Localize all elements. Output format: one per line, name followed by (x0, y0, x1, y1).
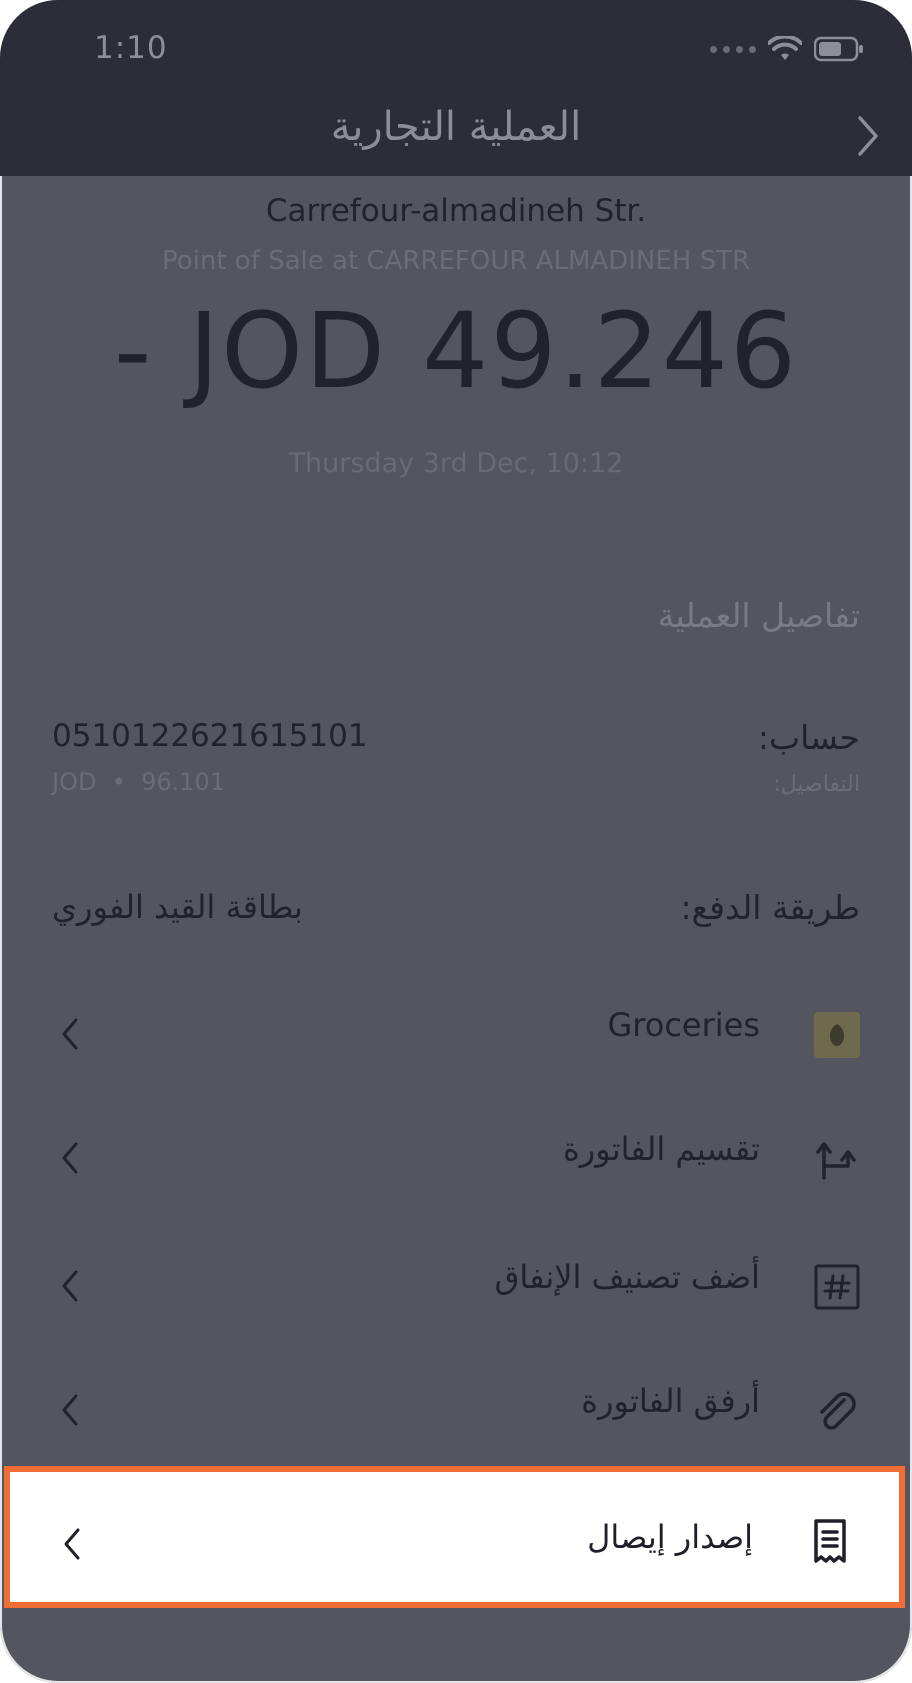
merchant-name: Carrefour-almadineh Str. (265, 193, 647, 229)
split-bill-icon (814, 1136, 860, 1182)
phone-screen: 1:10 العملية التجارية Carrefour-almadine… (0, 0, 912, 1683)
spending-tag-label: أضف تصنيف الإنفاق (494, 1258, 760, 1296)
account-number: 0510122621615101 (52, 718, 368, 754)
payment-method-label: طريقة الدفع: (680, 888, 860, 927)
header-bar: 1:10 العملية التجارية (0, 0, 912, 176)
transaction-date: Thursday 3rd Dec, 10:12 (288, 448, 624, 479)
paperclip-icon (814, 1388, 860, 1434)
status-icons (710, 36, 864, 62)
section-title: تفاصيل العملية (657, 596, 860, 635)
back-arrow-icon[interactable] (850, 112, 884, 160)
chevron-left-icon (58, 1014, 82, 1054)
chevron-left-icon (60, 1524, 84, 1564)
receipt-icon (807, 1518, 853, 1564)
chevron-left-icon (58, 1266, 82, 1306)
chevron-left-icon (58, 1390, 82, 1430)
category-label: Groceries (607, 1006, 760, 1044)
hashtag-icon (814, 1264, 860, 1310)
issue-receipt-label: إصدار إيصال (587, 1518, 753, 1556)
details-label: التفاصيل: (773, 772, 860, 797)
merchant-subtitle: Point of Sale at CARREFOUR ALMADINEH STR (161, 246, 751, 276)
category-row[interactable]: Groceries (0, 980, 912, 1084)
split-bill-row[interactable]: تقسيم الفاتورة (0, 1104, 912, 1208)
battery-icon (814, 36, 864, 62)
details-value: JOD • 96.101 (52, 768, 226, 796)
status-time: 1:10 (94, 30, 168, 66)
page-title: العملية التجارية (330, 104, 582, 150)
wifi-icon (768, 36, 802, 62)
chevron-left-icon (58, 1138, 82, 1178)
attach-invoice-row[interactable]: أرفق الفاتورة (0, 1356, 912, 1460)
transaction-amount: - JOD 49.246 (113, 290, 799, 412)
account-label: حساب: (757, 718, 860, 757)
spending-tag-row[interactable]: أضف تصنيف الإنفاق (0, 1232, 912, 1336)
signal-icon (710, 45, 756, 53)
attach-invoice-label: أرفق الفاتورة (581, 1382, 760, 1420)
groceries-icon (814, 1012, 860, 1058)
payment-method-value: بطاقة القيد الفوري (52, 888, 303, 926)
split-bill-label: تقسيم الفاتورة (563, 1130, 760, 1168)
issue-receipt-row[interactable]: إصدار إيصال (4, 1466, 905, 1608)
